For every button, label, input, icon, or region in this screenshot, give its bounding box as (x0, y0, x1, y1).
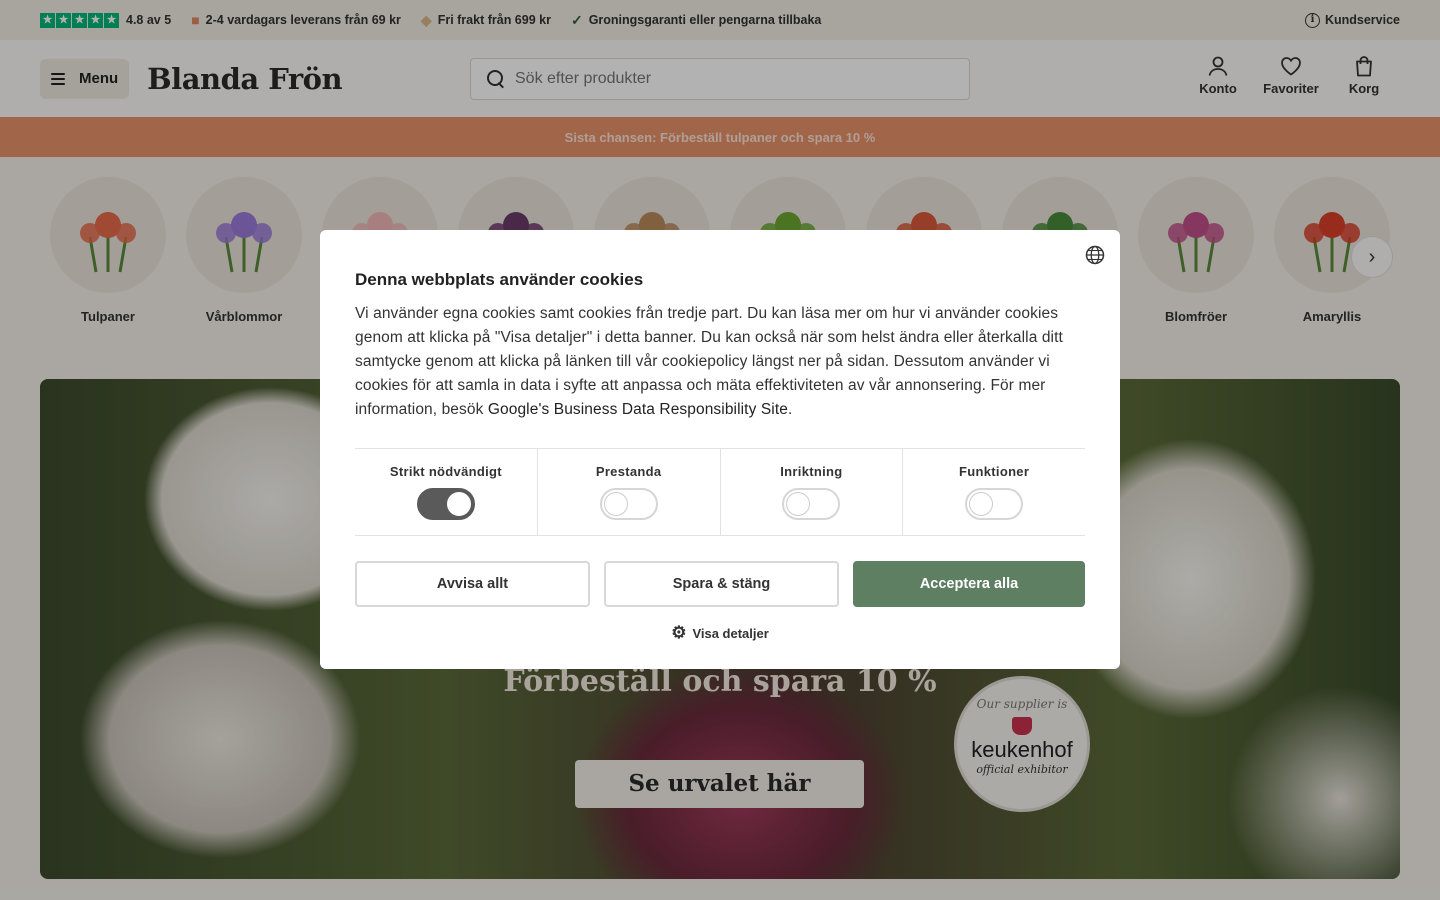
accept-all-button[interactable]: Acceptera alla (853, 561, 1085, 607)
toggle-knob (446, 492, 471, 516)
cookie-text-end: . (787, 401, 793, 418)
cookie-category: Strikt nödvändigt (355, 449, 537, 535)
cookie-dialog-text: Vi använder egna cookies samt cookies fr… (355, 302, 1085, 422)
cookie-consent-dialog: Denna webbplats använder cookies Vi anvä… (320, 230, 1120, 669)
cookie-category: Inriktning (719, 449, 903, 535)
cookie-category-toggles: Strikt nödvändigt Prestanda Inriktning Funk… (355, 448, 1085, 536)
show-details-label: Visa detaljer (692, 625, 769, 641)
save-close-button[interactable]: Spara & stäng (604, 561, 839, 607)
cookie-category: Prestanda (536, 449, 720, 535)
cookie-toggle-switch[interactable] (965, 488, 1024, 520)
toggle-knob (969, 492, 994, 516)
google-policy-link[interactable]: Google's Business Data Responsibility Si… (488, 401, 788, 418)
toggle-knob (603, 492, 628, 516)
show-details-link[interactable]: ⚙ Visa detaljer (355, 623, 1085, 643)
cookie-dialog-title: Denna webbplats använder cookies (355, 270, 644, 289)
globe-icon[interactable] (1085, 245, 1105, 265)
cookie-category-label: Funktioner (959, 464, 1030, 479)
reject-all-button[interactable]: Avvisa allt (355, 561, 590, 607)
cookie-toggle-switch[interactable] (782, 488, 841, 520)
cookie-button-row: Avvisa allt Spara & stäng Acceptera alla (355, 561, 1085, 607)
cookie-category-label: Inriktning (780, 464, 843, 479)
cookie-category: Funktioner (902, 449, 1085, 535)
gear-icon: ⚙ (671, 623, 687, 642)
cookie-category-label: Prestanda (595, 464, 662, 479)
cookie-toggle-switch[interactable] (416, 488, 475, 520)
cookie-toggle-switch[interactable] (599, 488, 658, 520)
cookie-category-label: Strikt nödvändigt (389, 464, 502, 479)
toggle-knob (786, 492, 811, 516)
